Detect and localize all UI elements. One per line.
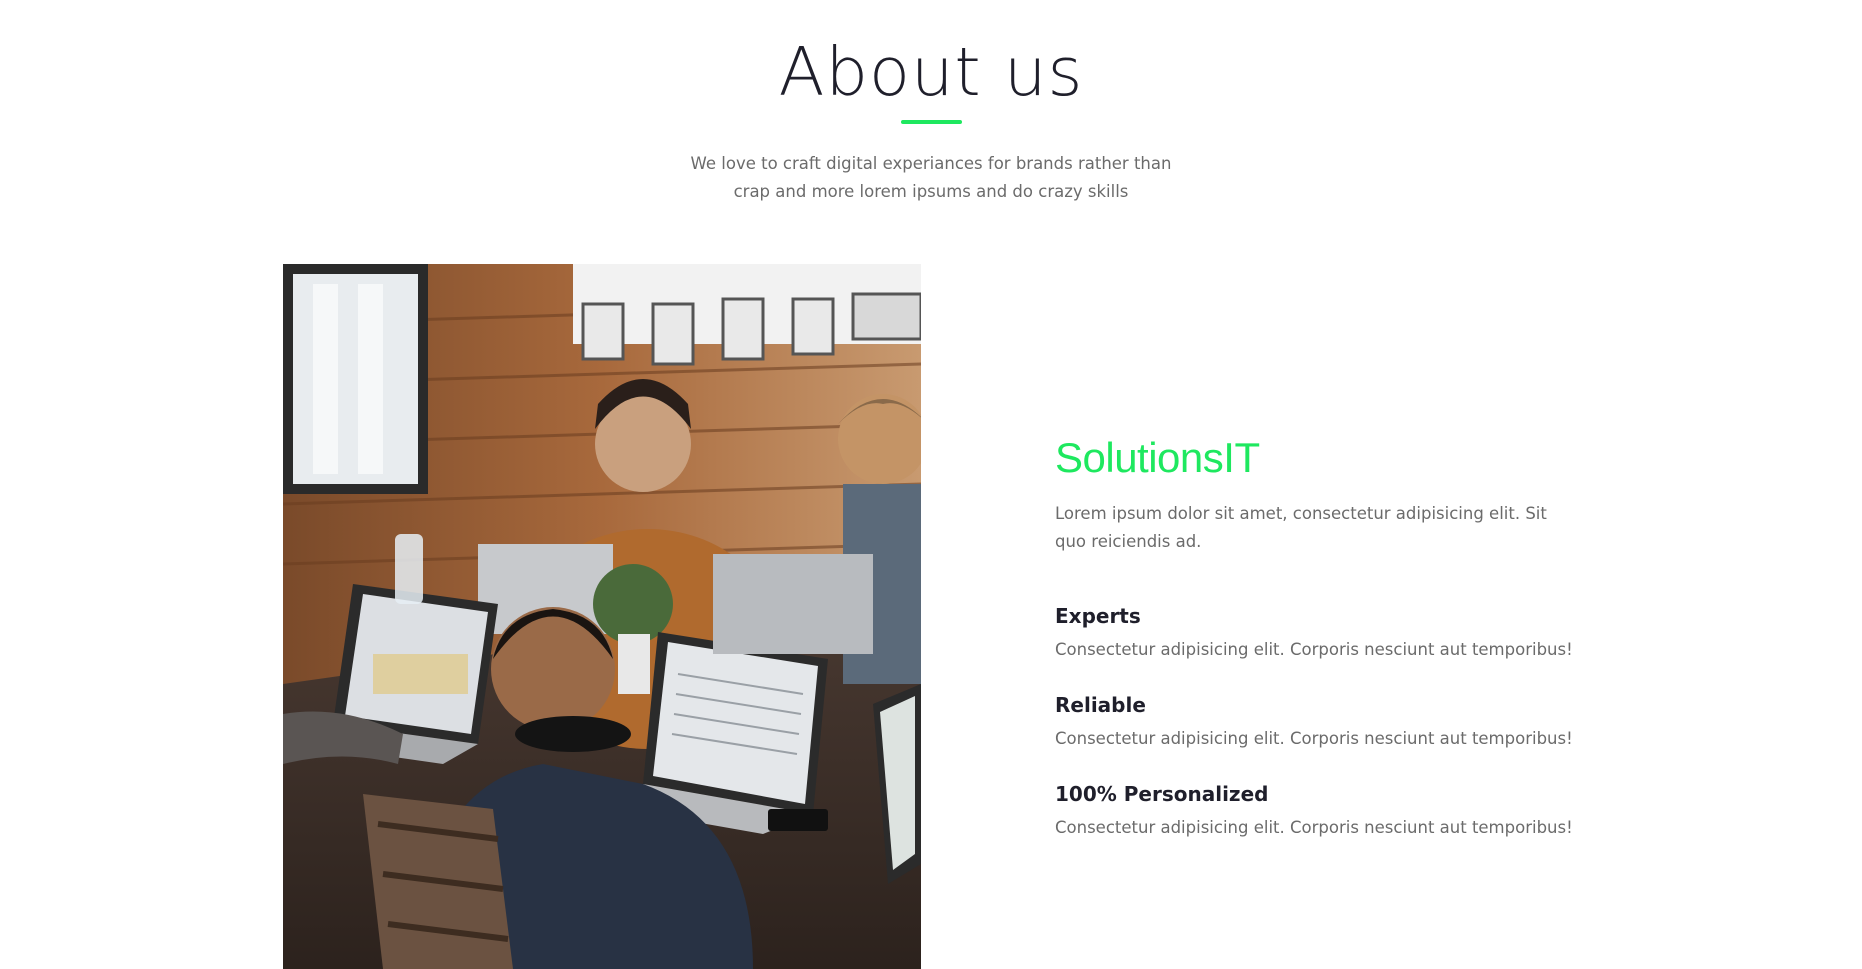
feature-item-experts: Experts Consectetur adipisicing elit. Co… bbox=[1055, 602, 1585, 664]
feature-title: Reliable bbox=[1055, 693, 1146, 717]
feature-item-personalized: 100% Personalized Consectetur adipisicin… bbox=[1055, 780, 1585, 842]
brand-heading: SolutionsIT bbox=[1055, 434, 1260, 481]
feature-title: 100% Personalized bbox=[1055, 782, 1269, 806]
about-section: About us We love to craft digital experi… bbox=[0, 0, 1862, 969]
about-content: SolutionsIT Lorem ipsum dolor sit amet, … bbox=[1055, 428, 1585, 842]
team-photo bbox=[283, 264, 921, 969]
brand-description: Lorem ipsum dolor sit amet, consectetur … bbox=[1055, 504, 1547, 551]
feature-title: Experts bbox=[1055, 604, 1141, 628]
feature-text: Consectetur adipisicing elit. Corporis n… bbox=[1055, 640, 1573, 659]
feature-list: Experts Consectetur adipisicing elit. Co… bbox=[1055, 602, 1585, 842]
team-working-on-laptops-photo bbox=[283, 264, 921, 969]
section-title: About us bbox=[778, 33, 1084, 111]
title-underline bbox=[901, 120, 962, 124]
section-subtitle: We love to craft digital experiances for… bbox=[690, 154, 1172, 201]
feature-text: Consectetur adipisicing elit. Corporis n… bbox=[1055, 729, 1573, 748]
feature-item-reliable: Reliable Consectetur adipisicing elit. C… bbox=[1055, 691, 1585, 753]
feature-text: Consectetur adipisicing elit. Corporis n… bbox=[1055, 818, 1573, 837]
